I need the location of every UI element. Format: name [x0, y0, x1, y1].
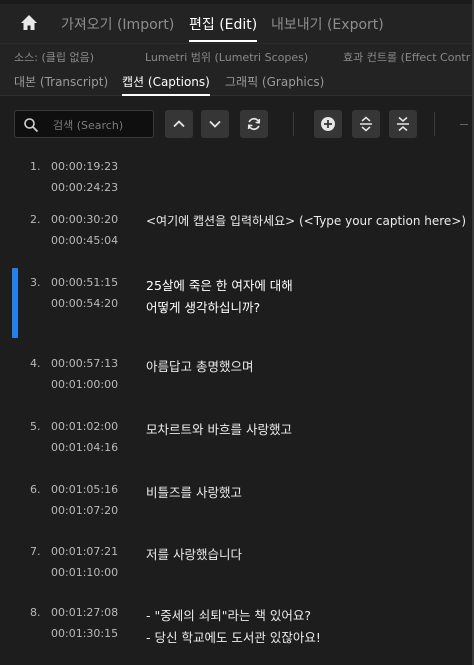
caption-number: 7.	[30, 545, 41, 558]
caption-out-time[interactable]: 00:01:10:00	[51, 566, 118, 579]
caption-out-time[interactable]: 00:00:54:20	[51, 297, 118, 310]
caption-row-2[interactable]: 2. 00:00:30:20 00:00:45:04 <여기에 캡션을 입력하세…	[0, 209, 474, 271]
captions-toolbar: 검색 (Search)	[0, 96, 474, 152]
tab-edit-underline	[189, 40, 258, 42]
replace-button[interactable]	[240, 110, 268, 138]
collapse-icon	[397, 116, 409, 132]
previous-caption-button[interactable]	[165, 110, 193, 138]
caption-row-3[interactable]: 3. 00:00:51:15 00:00:54:20 25살에 죽은 한 여자에…	[0, 268, 474, 338]
workspace-bar: 가져오기 (Import) 편집 (Edit) 내보내기 (Export)	[0, 0, 474, 44]
caption-text-line-1[interactable]: 저를 사랑했습니다	[146, 544, 242, 563]
next-caption-button[interactable]	[201, 110, 229, 138]
search-icon	[24, 118, 39, 133]
tab-graphics[interactable]: 그래픽 (Graphics)	[225, 73, 324, 90]
tab-transcript[interactable]: 대본 (Transcript)	[14, 73, 108, 90]
caption-in-time[interactable]: 00:01:05:16	[51, 483, 118, 496]
caption-out-time[interactable]: 00:01:04:16	[51, 441, 118, 454]
caption-in-time[interactable]: 00:00:51:15	[51, 276, 118, 289]
panel-tabs-row-1: 소스: (클립 없음) Lumetri 범위 (Lumetri Scopes) …	[0, 44, 474, 68]
caption-in-time[interactable]: 00:00:57:13	[51, 357, 118, 370]
caption-number: 3.	[30, 276, 41, 289]
tab-source[interactable]: 소스: (클립 없음)	[14, 49, 94, 65]
caption-text-line-2[interactable]: 어떻게 생각하십니까?	[146, 297, 260, 316]
caption-text-line-1[interactable]: 모차르트와 바흐를 사랑했고	[146, 419, 292, 438]
expand-icon	[360, 116, 372, 132]
panel-tabs-row-2: 대본 (Transcript) 캡션 (Captions) 그래픽 (Graph…	[0, 68, 474, 96]
tab-import[interactable]: 가져오기 (Import)	[61, 14, 174, 34]
arrow-up-icon	[173, 120, 185, 128]
caption-number: 6.	[30, 483, 41, 496]
caption-in-time[interactable]: 00:01:07:21	[51, 545, 118, 558]
caption-row-8[interactable]: 8. 00:01:27:08 00:01:30:15 - "중세의 쇠퇴"라는 …	[0, 602, 474, 664]
caption-text-line-1[interactable]: <여기에 캡션을 입력하세요> (<Type your caption here…	[146, 212, 466, 229]
tab-effect-controls[interactable]: 효과 컨트롤 (Effect Contr	[343, 49, 470, 65]
selected-caption-indicator	[12, 268, 18, 338]
toolbar-divider-2	[434, 112, 435, 136]
caption-row-6[interactable]: 6. 00:01:05:16 00:01:07:20 비틀즈를 사랑했고	[0, 479, 474, 541]
add-icon	[321, 117, 335, 131]
caption-text-line-2[interactable]: - 당신 학교에도 도서관 있잖아요!	[146, 627, 321, 646]
caption-in-time[interactable]: 00:00:19:23	[51, 160, 118, 173]
refresh-icon	[247, 117, 261, 131]
arrow-down-icon	[209, 120, 221, 128]
caption-text-line-1[interactable]: - "중세의 쇠퇴"라는 책 있어요?	[146, 605, 311, 624]
caption-text-line-1[interactable]: 비틀즈를 사랑했고	[146, 482, 242, 501]
top-edge	[0, 0, 474, 4]
caption-out-time[interactable]: 00:00:24:23	[51, 181, 118, 194]
caption-row-5[interactable]: 5. 00:01:02:00 00:01:04:16 모차르트와 바흐를 사랑했…	[0, 416, 474, 478]
caption-in-time[interactable]: 00:01:27:08	[51, 606, 118, 619]
caption-row-4[interactable]: 4. 00:00:57:13 00:01:00:00 아름답고 총명했으며	[0, 353, 474, 415]
caption-out-time[interactable]: 00:01:07:20	[51, 504, 118, 517]
caption-in-time[interactable]: 00:01:02:00	[51, 420, 118, 433]
tab-captions-label: 캡션 (Captions)	[122, 75, 210, 89]
caption-out-time[interactable]: 00:00:45:04	[51, 234, 118, 247]
caption-row-7[interactable]: 7. 00:01:07:21 00:01:10:00 저를 사랑했습니다	[0, 541, 474, 603]
caption-in-time[interactable]: 00:00:30:20	[51, 213, 118, 226]
add-caption-button[interactable]	[314, 110, 342, 138]
caption-text-line-1[interactable]: 25살에 죽은 한 여자에 대해	[146, 275, 293, 294]
tab-export[interactable]: 내보내기 (Export)	[271, 14, 384, 34]
tab-edit-label: 편집 (Edit)	[189, 17, 258, 33]
caption-number: 4.	[30, 357, 41, 370]
merge-captions-button[interactable]	[389, 110, 417, 138]
home-icon[interactable]	[19, 13, 39, 33]
caption-number: 8.	[30, 606, 41, 619]
caption-number: 5.	[30, 420, 41, 433]
toolbar-divider	[293, 112, 294, 136]
tab-lumetri-scopes[interactable]: Lumetri 범위 (Lumetri Scopes)	[145, 49, 308, 65]
captions-list[interactable]: 1. 00:00:19:23 00:00:24:23 2. 00:00:30:2…	[0, 152, 474, 665]
caption-number: 1.	[30, 160, 41, 173]
search-input[interactable]: 검색 (Search)	[14, 110, 154, 138]
caption-out-time[interactable]: 00:01:30:15	[51, 627, 118, 640]
caption-text-line-1[interactable]: 아름답고 총명했으며	[146, 356, 253, 375]
tab-edit[interactable]: 편집 (Edit)	[189, 14, 258, 42]
toolbar-overflow-dash	[460, 124, 468, 125]
split-caption-button[interactable]	[352, 110, 380, 138]
search-placeholder: 검색 (Search)	[53, 119, 124, 132]
caption-number: 2.	[30, 213, 41, 226]
tab-captions[interactable]: 캡션 (Captions)	[122, 73, 210, 96]
caption-out-time[interactable]: 00:01:00:00	[51, 378, 118, 391]
